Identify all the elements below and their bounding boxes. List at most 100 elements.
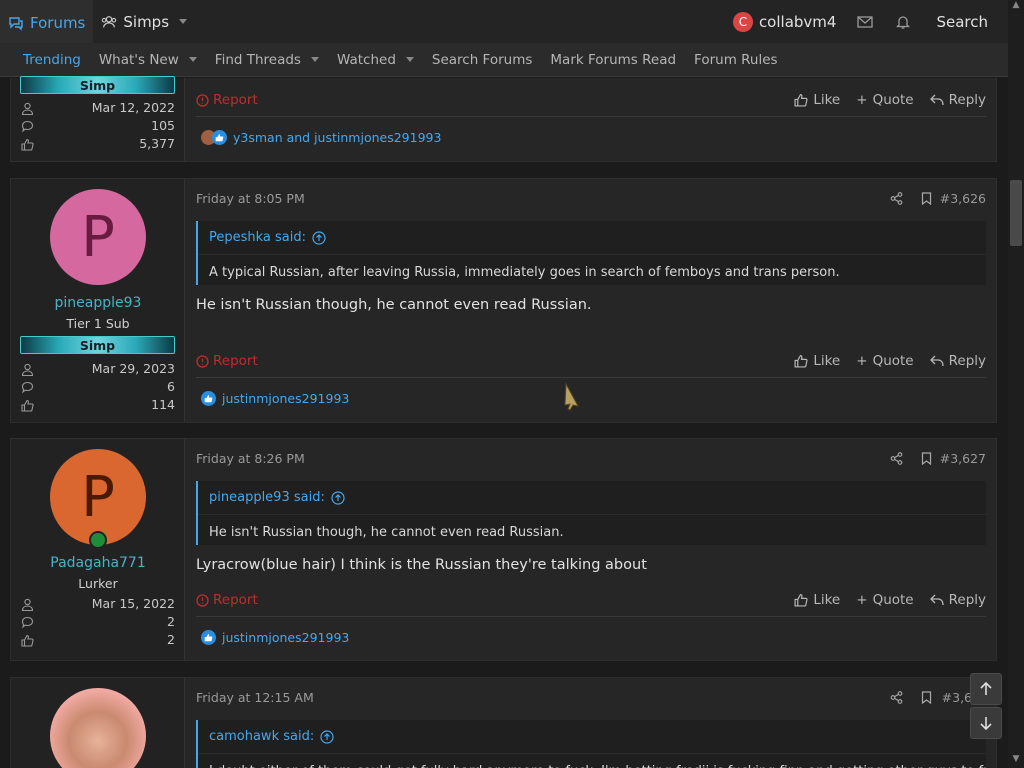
- inbox-button[interactable]: [846, 0, 884, 43]
- like-button[interactable]: Like: [794, 592, 840, 608]
- reply-button[interactable]: Reply: [929, 353, 986, 369]
- reply-icon: [929, 594, 944, 606]
- reactions-bar[interactable]: y3sman and justinmjones291993: [201, 130, 441, 145]
- reply-label: Reply: [948, 353, 986, 369]
- post-author-name[interactable]: pineapple93: [11, 295, 185, 311]
- arrow-up-icon: [980, 682, 992, 695]
- quote-text: He isn't Russian though, he cannot even …: [209, 525, 564, 540]
- like-button[interactable]: Like: [794, 92, 840, 108]
- alerts-button[interactable]: [884, 0, 922, 43]
- reactions-bar[interactable]: justinmjones291993: [201, 391, 349, 406]
- subnav-label: What's New: [98, 51, 179, 68]
- user-icon: [21, 598, 34, 611]
- post-number[interactable]: #3,627: [940, 451, 986, 466]
- reply-label: Reply: [948, 92, 986, 108]
- envelope-icon: [857, 15, 874, 28]
- subnav-forum-rules[interactable]: Forum Rules: [685, 52, 787, 68]
- reactions-divider: [196, 116, 986, 117]
- post-0: Simp Mar 12, 2022 105 5,377 Report Like …: [10, 76, 997, 162]
- quote-header[interactable]: Pepeshka said:: [198, 221, 986, 255]
- quote-header[interactable]: pineapple93 said:: [198, 481, 986, 515]
- post-number[interactable]: #3,6: [942, 690, 972, 705]
- report-button[interactable]: Report: [196, 592, 258, 608]
- bookmark-icon[interactable]: [921, 192, 932, 205]
- quote-text: I doubt either of them could get fully h…: [198, 754, 986, 768]
- forums-tab-label: Forums: [30, 13, 86, 32]
- reply-button[interactable]: Reply: [929, 592, 986, 608]
- scroll-up-arrow-icon[interactable]: ▲: [1008, 0, 1024, 14]
- reply-icon: [929, 94, 944, 106]
- post-date[interactable]: Friday at 12:15 AM: [196, 690, 314, 705]
- reactions-bar[interactable]: justinmjones291993: [201, 630, 349, 645]
- quote-author: camohawk said:: [209, 729, 315, 744]
- bell-icon: [896, 15, 911, 29]
- post-1: P pineapple93 Tier 1 Sub Simp Mar 29, 20…: [10, 178, 997, 423]
- share-icon[interactable]: [890, 691, 903, 704]
- post-number[interactable]: #3,626: [940, 191, 986, 206]
- online-status-icon: [89, 531, 107, 549]
- quote-label: Quote: [872, 92, 914, 108]
- user-account-menu[interactable]: C collabvm4: [723, 11, 847, 32]
- post-date[interactable]: Friday at 8:26 PM: [196, 451, 305, 466]
- quote-author: pineapple93 said:: [209, 490, 325, 505]
- like-reaction-icon: [201, 391, 216, 406]
- scroll-to-top-button[interactable]: [970, 673, 1002, 705]
- quote-block: camohawk said: I doubt either of them co…: [196, 720, 986, 768]
- post-actions: Report Like + Quote Reply: [196, 353, 986, 371]
- search-button[interactable]: Search: [922, 13, 1008, 31]
- warning-icon: [196, 354, 209, 368]
- avatar[interactable]: P: [50, 189, 146, 285]
- scroll-down-arrow-icon[interactable]: ▼: [1008, 754, 1024, 768]
- like-label: Like: [813, 92, 841, 108]
- thumbs-up-icon: [21, 634, 34, 647]
- bookmark-icon[interactable]: [921, 691, 932, 704]
- post-author-name[interactable]: Padagaha771: [11, 555, 185, 571]
- report-button[interactable]: Report: [196, 353, 258, 369]
- vertical-scrollbar[interactable]: ▲ ▼: [1008, 0, 1024, 768]
- arrow-up-circle-icon: [312, 230, 326, 245]
- quote-button[interactable]: + Quote: [856, 92, 913, 108]
- post-date[interactable]: Friday at 8:05 PM: [196, 191, 305, 206]
- quote-button[interactable]: + Quote: [856, 592, 913, 608]
- post-body: Friday at 8:26 PM #3,627 pineapple93 sai…: [186, 439, 996, 660]
- subnav-label: Find Threads: [214, 51, 301, 68]
- subnav-find-threads[interactable]: Find Threads: [206, 52, 328, 68]
- avatar[interactable]: [50, 688, 146, 768]
- joined-stat: Mar 12, 2022: [21, 100, 175, 116]
- reply-icon: [929, 355, 944, 367]
- subnav-trending[interactable]: Trending: [14, 52, 90, 68]
- reply-button[interactable]: Reply: [929, 92, 986, 108]
- user-banner: Simp: [20, 336, 175, 354]
- quote-author: Pepeshka said:: [209, 230, 307, 245]
- message-icon: [21, 381, 34, 394]
- users-icon: [102, 15, 117, 27]
- arrow-down-icon: [980, 717, 992, 730]
- subnav-watched[interactable]: Watched: [328, 52, 423, 68]
- share-icon[interactable]: [890, 452, 903, 465]
- scroll-to-bottom-button[interactable]: [970, 707, 1002, 739]
- chevron-down-icon: [310, 57, 319, 62]
- report-button[interactable]: Report: [196, 92, 258, 108]
- quote-button[interactable]: + Quote: [856, 353, 913, 369]
- forums-icon: [9, 16, 23, 31]
- bookmark-icon[interactable]: [921, 452, 932, 465]
- message-icon: [21, 120, 34, 133]
- quote-header[interactable]: camohawk said:: [198, 720, 986, 754]
- plus-icon: +: [856, 92, 868, 108]
- reactions-stat: 2: [21, 632, 175, 648]
- subnav-mark-forums-read[interactable]: Mark Forums Read: [541, 52, 685, 68]
- joined-date: Mar 15, 2022: [91, 596, 175, 611]
- scrollbar-thumb[interactable]: [1010, 180, 1022, 246]
- subnav-search-forums[interactable]: Search Forums: [423, 52, 542, 68]
- forums-tab[interactable]: Forums: [0, 0, 94, 43]
- subnav-whats-new[interactable]: What's New: [90, 52, 206, 68]
- simps-tab[interactable]: Simps: [93, 0, 195, 43]
- post-text: He isn't Russian though, he cannot even …: [196, 297, 592, 313]
- arrow-up-circle-icon: [320, 729, 334, 744]
- share-icon[interactable]: [890, 192, 903, 205]
- avatar: C: [732, 11, 753, 32]
- post-2: P Padagaha771 Lurker Mar 15, 2022 2 2 Fr…: [10, 438, 997, 661]
- user-info-column: P Padagaha771 Lurker Mar 15, 2022 2 2: [11, 439, 185, 660]
- like-button[interactable]: Like: [794, 353, 840, 369]
- user-icon: [21, 363, 34, 376]
